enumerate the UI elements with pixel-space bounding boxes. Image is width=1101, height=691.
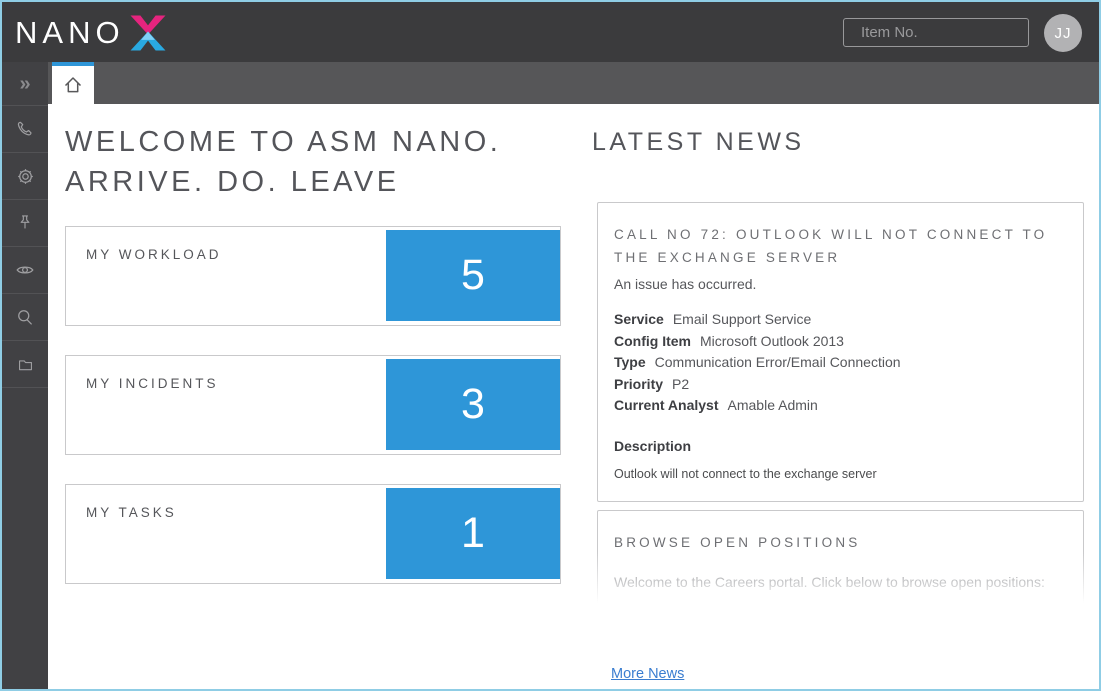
field-label: Type <box>614 352 646 374</box>
description-label: Description <box>614 438 1067 454</box>
field-value: P2 <box>672 374 689 396</box>
news-item-extra: Work with us! <box>614 603 1067 614</box>
my-incidents-label: MY INCIDENTS <box>86 376 219 391</box>
my-tasks-label: MY TASKS <box>86 505 177 520</box>
tab-bar <box>48 62 1099 104</box>
field-service: Service Email Support Service <box>614 309 1067 331</box>
news-item-title[interactable]: CALL NO 72: OUTLOOK WILL NOT CONNECT TO … <box>614 223 1067 269</box>
field-label: Config Item <box>614 331 691 353</box>
window-icon <box>16 355 35 374</box>
field-value: Amable Admin <box>728 395 818 417</box>
sidebar-item-calls[interactable] <box>2 106 48 153</box>
field-priority: Priority P2 <box>614 374 1067 396</box>
my-tasks-count: 1 <box>386 488 560 579</box>
phone-icon <box>15 119 36 140</box>
tab-home[interactable] <box>52 62 94 104</box>
field-value: Email Support Service <box>673 309 812 331</box>
search-icon <box>15 307 35 327</box>
gear-icon <box>15 166 36 187</box>
main-content: WELCOME TO ASM NANO. ARRIVE. DO. LEAVE M… <box>48 104 1099 689</box>
my-workload-label: MY WORKLOAD <box>86 247 222 262</box>
news-item-title[interactable]: BROWSE OPEN POSITIONS <box>614 531 1067 554</box>
description-text: Outlook will not connect to the exchange… <box>614 467 1067 481</box>
news-item-call-72: CALL NO 72: OUTLOOK WILL NOT CONNECT TO … <box>597 202 1084 502</box>
field-label: Current Analyst <box>614 395 719 417</box>
latest-news-heading: LATEST NEWS <box>592 128 805 157</box>
news-item-intro: Welcome to the Careers portal. Click bel… <box>614 574 1067 590</box>
home-icon <box>61 73 85 97</box>
asm-nano-dashboard: { "header": { "logo_text": "NANO", "sear… <box>0 0 1101 691</box>
item-search-input[interactable] <box>861 24 1060 41</box>
sidebar-item-pinned[interactable] <box>2 200 48 247</box>
news-item-intro: An issue has occurred. <box>614 276 1067 292</box>
field-label: Priority <box>614 374 663 396</box>
my-tasks-card[interactable]: MY TASKS 1 <box>65 484 561 584</box>
sidebar-item-settings[interactable] <box>2 153 48 200</box>
logo-text: NANO <box>15 17 125 48</box>
more-news-link[interactable]: More News <box>611 666 684 682</box>
news-panel: CALL NO 72: OUTLOOK WILL NOT CONNECT TO … <box>597 202 1084 614</box>
app-header: NANO JJ <box>2 2 1099 62</box>
sidebar-item-search[interactable] <box>2 294 48 341</box>
double-chevron-right-icon: » <box>19 74 30 94</box>
eye-icon <box>14 259 36 281</box>
nano-logo[interactable]: NANO <box>15 12 167 52</box>
item-search-box <box>843 18 1029 47</box>
my-workload-card[interactable]: MY WORKLOAD 5 <box>65 226 561 326</box>
nano-x-logo-icon <box>129 14 167 52</box>
field-type: Type Communication Error/Email Connectio… <box>614 352 1067 374</box>
field-config-item: Config Item Microsoft Outlook 2013 <box>614 331 1067 353</box>
sidebar-item-expand[interactable]: » <box>2 62 48 106</box>
field-value: Microsoft Outlook 2013 <box>700 331 844 353</box>
field-label: Service <box>614 309 664 331</box>
field-current-analyst: Current Analyst Amable Admin <box>614 395 1067 417</box>
sidebar-item-watch[interactable] <box>2 247 48 294</box>
my-incidents-card[interactable]: MY INCIDENTS 3 <box>65 355 561 455</box>
my-incidents-count: 3 <box>386 359 560 450</box>
user-avatar[interactable]: JJ <box>1044 14 1082 52</box>
icon-sidebar: » <box>2 62 48 689</box>
welcome-heading: WELCOME TO ASM NANO. ARRIVE. DO. LEAVE <box>65 122 501 202</box>
news-item-fields: Service Email Support Service Config Ite… <box>614 309 1067 417</box>
news-item-open-positions: BROWSE OPEN POSITIONS Welcome to the Car… <box>597 510 1084 614</box>
pin-icon <box>15 213 35 233</box>
sidebar-item-windows[interactable] <box>2 341 48 388</box>
counter-cards: MY WORKLOAD 5 MY INCIDENTS 3 MY TASKS 1 <box>65 226 561 613</box>
my-workload-count: 5 <box>386 230 560 321</box>
field-value: Communication Error/Email Connection <box>655 352 901 374</box>
